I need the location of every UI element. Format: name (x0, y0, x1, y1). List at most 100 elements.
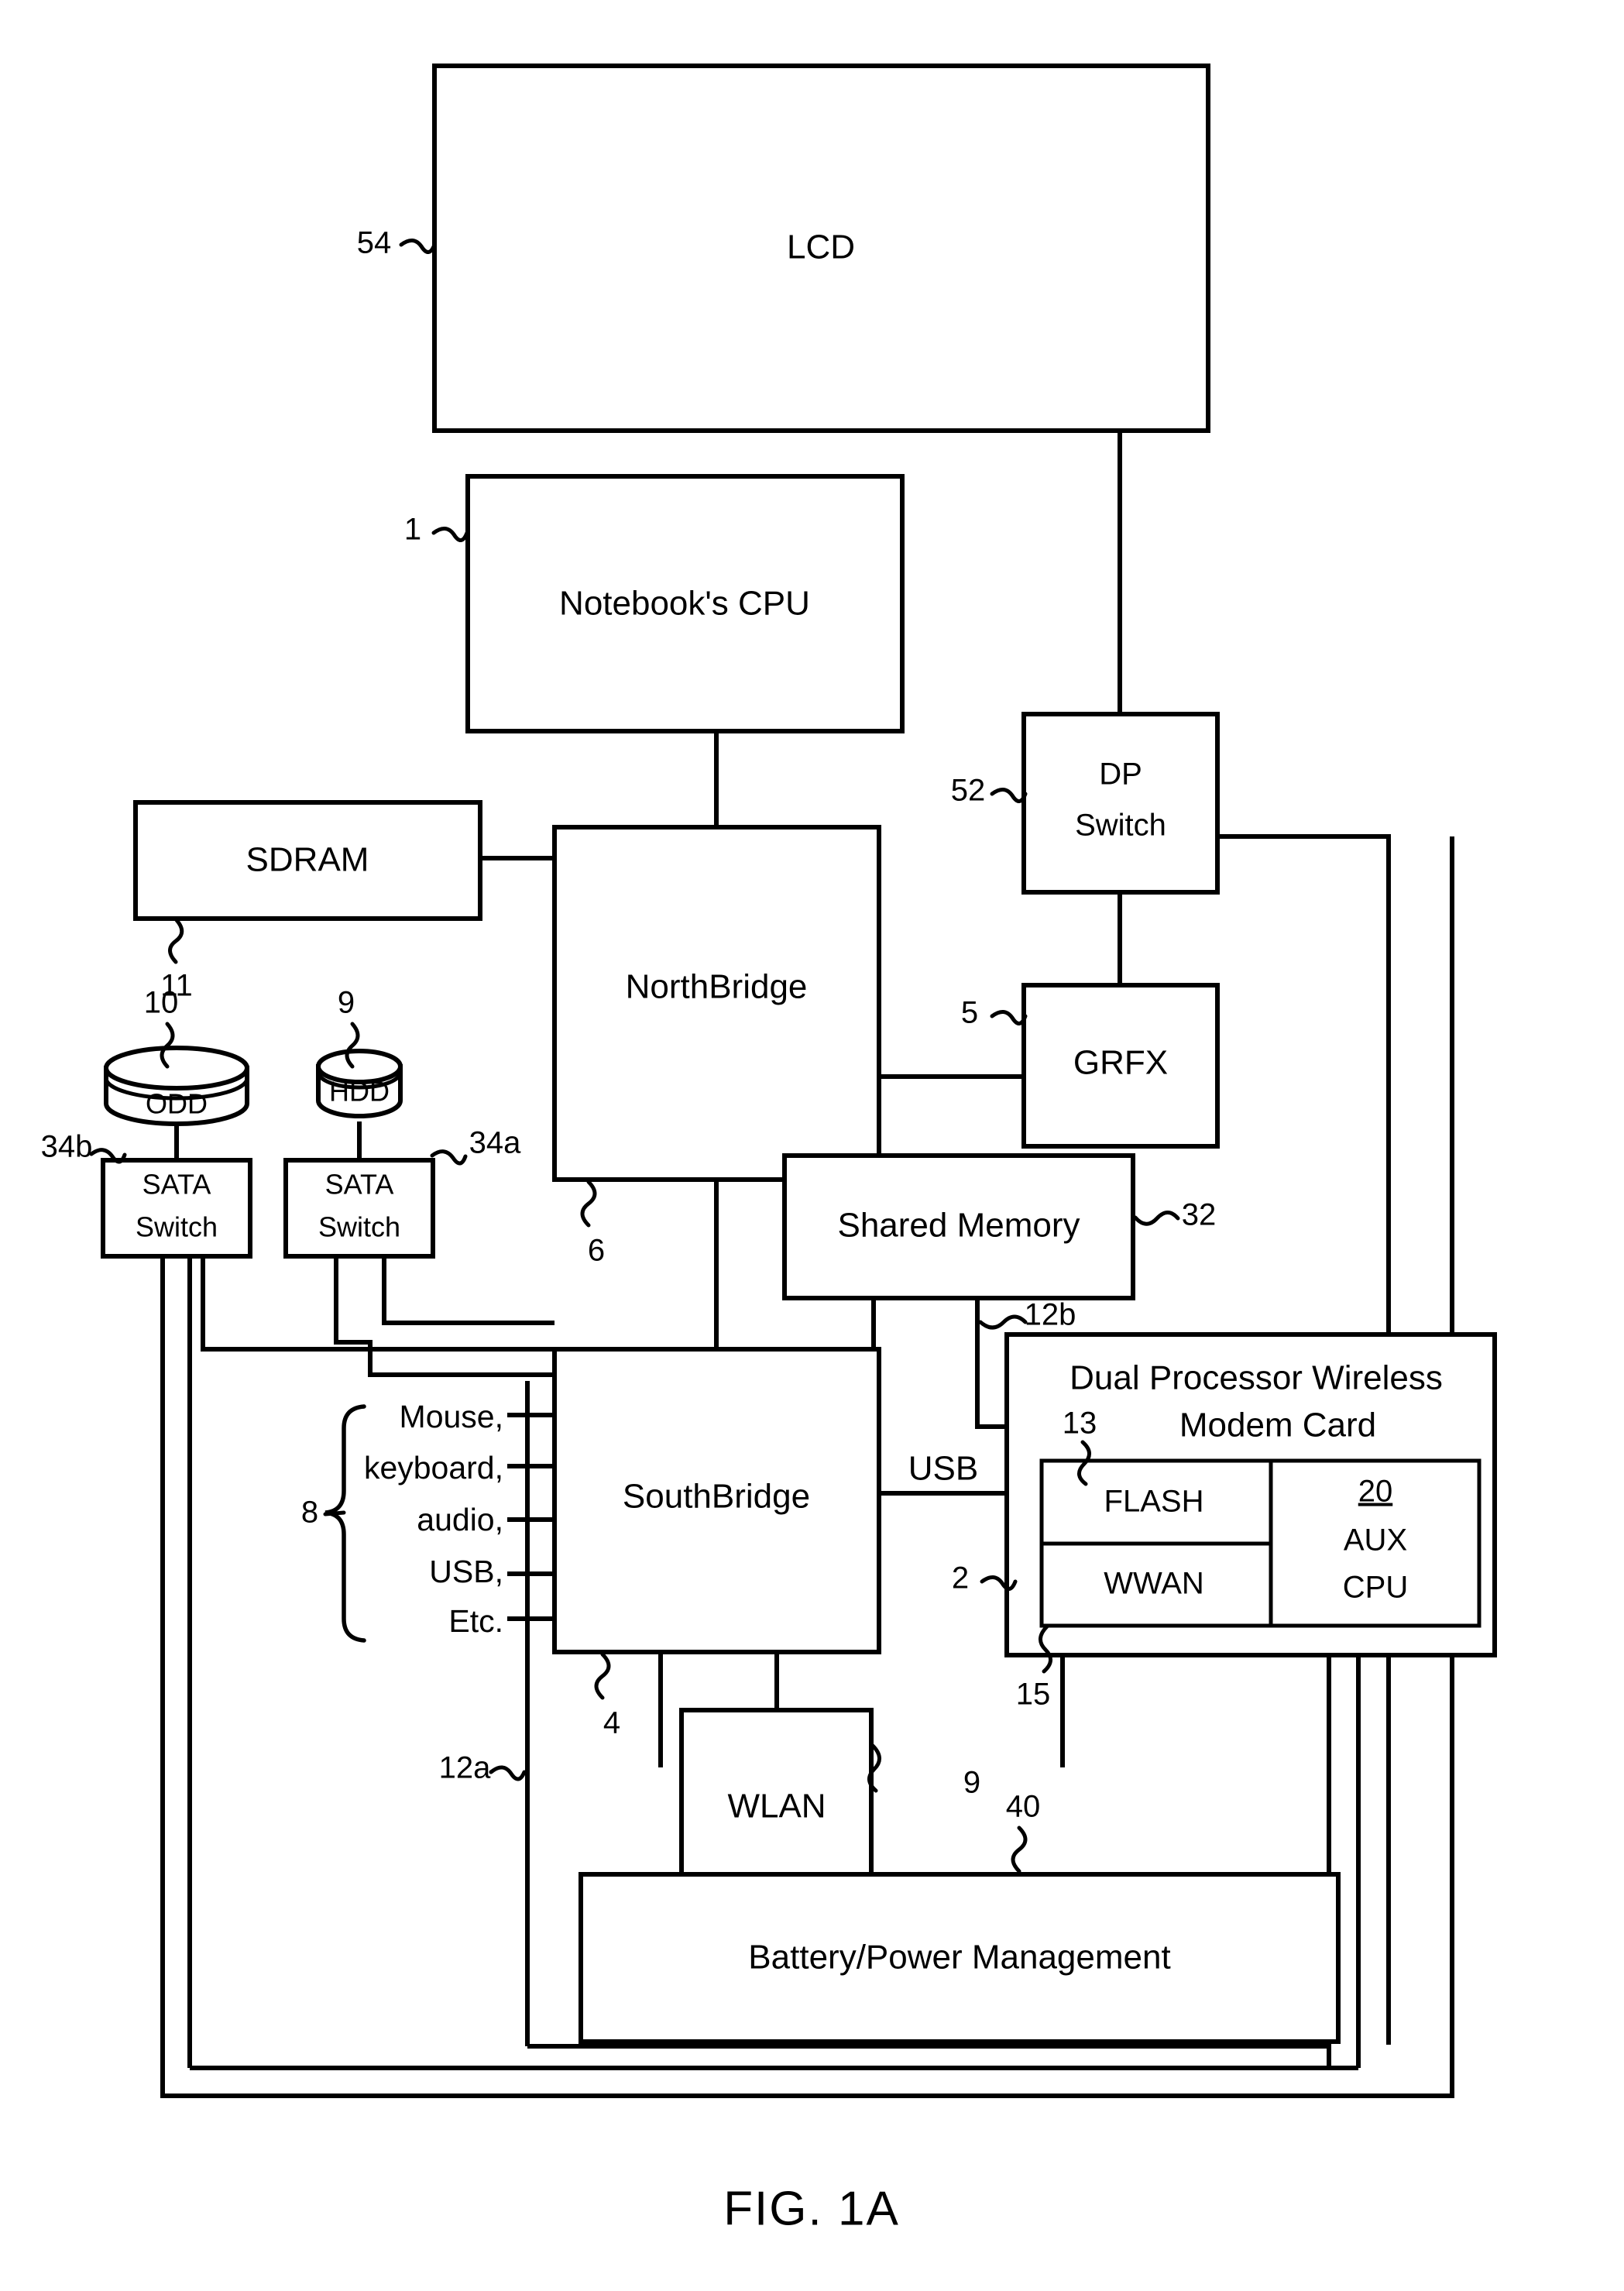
io-line-audio: audio, (417, 1502, 503, 1537)
modem-card-line1: Dual Processor Wireless (1070, 1359, 1443, 1397)
hdd-label: HDD (329, 1076, 390, 1108)
dp-switch-box[interactable] (1021, 712, 1220, 895)
sdram-label: SDRAM (246, 841, 369, 879)
block-sata-switch-left[interactable]: SATA Switch (101, 1158, 252, 1259)
bus-12a: 12a (439, 1751, 527, 1785)
ref-6-leader (580, 1180, 597, 1228)
aux-cpu-line1: AUX (1344, 1523, 1407, 1558)
aux-cpu-ref: 20 (1358, 1475, 1393, 1509)
modem-card-line2: Modem Card (1179, 1407, 1376, 1444)
io-group-brace (324, 1404, 366, 1643)
ref-9-wlan-text: 9 (963, 1766, 980, 1800)
sata-switch-right-line2: Switch (318, 1211, 400, 1243)
io-group-ref-tick (323, 1510, 346, 1516)
ref-32: 32 (1133, 1198, 1217, 1232)
ref-34b-text: 34b (41, 1130, 93, 1164)
usb-bus-label: USB (908, 1450, 978, 1488)
ref-11-leader (168, 918, 184, 964)
ref-9-wlan: 9 (867, 1743, 980, 1800)
block-sdram[interactable]: SDRAM (133, 800, 482, 921)
ref-1-leader (431, 527, 469, 542)
ref-1: 1 (404, 513, 469, 547)
wire-sata-right-to-southbridge-b (382, 1256, 554, 1325)
ref-13-text: 13 (1063, 1407, 1097, 1441)
ref-6-text: 6 (588, 1234, 605, 1268)
block-hdd[interactable]: HDD (316, 1049, 403, 1118)
block-sata-switch-right[interactable]: SATA Switch (283, 1158, 435, 1259)
ref-4-leader (594, 1652, 611, 1700)
block-dp-switch[interactable]: DP Switch (1021, 712, 1220, 895)
ref-54-leader (399, 239, 437, 254)
io-line-usb: USB, (429, 1554, 503, 1589)
wire-shared-memory-to-modem-12b (975, 1298, 1007, 1429)
io-line-etc: Etc. (448, 1603, 503, 1639)
ref-52: 52 (951, 774, 1028, 808)
ref-5-text: 5 (961, 996, 978, 1030)
io-line-keyboard: keyboard, (364, 1450, 503, 1486)
wwan-label: WWAN (1104, 1567, 1204, 1601)
io-line-mouse: Mouse, (400, 1399, 503, 1434)
wire-sata-right-to-southbridge-a (334, 1256, 554, 1377)
sata-switch-left-line1: SATA (142, 1169, 211, 1200)
dp-switch-label-line1: DP (1099, 757, 1142, 792)
ref-40: 40 (1006, 1790, 1041, 1874)
ref-40-text: 40 (1006, 1790, 1041, 1824)
figure-caption: FIG. 1A (723, 2182, 900, 2235)
block-modem-card[interactable]: Dual Processor Wireless Modem Card FLASH… (1004, 1332, 1497, 1657)
block-southbridge[interactable]: SouthBridge (552, 1347, 881, 1654)
ref-4-text: 4 (603, 1706, 620, 1740)
ref-9-hdd-text: 9 (338, 986, 355, 1020)
ref-34a-text: 34a (469, 1126, 521, 1160)
ref-1-text: 1 (404, 513, 421, 547)
ref-6: 6 (580, 1180, 605, 1268)
wlan-label: WLAN (727, 1788, 826, 1826)
ref-32-leader (1133, 1211, 1180, 1226)
notebook-cpu-label: Notebook's CPU (559, 585, 810, 623)
ref-5-leader (990, 1010, 1028, 1025)
block-grfx[interactable]: GRFX (1021, 983, 1220, 1149)
ref-10-text: 10 (144, 986, 179, 1020)
ref-34a: 34a (430, 1126, 521, 1166)
ref-2-text: 2 (952, 1561, 969, 1595)
ref-52-text: 52 (951, 774, 986, 808)
sata-switch-right-line1: SATA (325, 1169, 394, 1200)
odd-cylinder-top (104, 1046, 249, 1091)
northbridge-label: NorthBridge (626, 968, 808, 1006)
battery-label: Battery/Power Management (748, 1939, 1170, 1977)
sata-switch-left-line2: Switch (136, 1211, 218, 1243)
lcd-label: LCD (787, 228, 855, 266)
block-lcd[interactable]: LCD (432, 64, 1210, 433)
ref-54-text: 54 (357, 226, 392, 260)
io-group: 8 Mouse, keyboard, audio, USB, Etc. (301, 1399, 503, 1643)
ref-5: 5 (961, 996, 1028, 1030)
ref-15-text: 15 (1016, 1678, 1051, 1712)
patent-figure: LCD 54 Notebook's CPU 1 SDRAM 11 NorthBr… (0, 0, 1624, 2291)
ref-34a-leader (430, 1149, 468, 1166)
block-battery[interactable]: Battery/Power Management (579, 1872, 1341, 2044)
block-odd[interactable]: ODD (104, 1046, 249, 1126)
odd-label: ODD (146, 1088, 208, 1120)
dp-switch-label-line2: Switch (1075, 809, 1166, 843)
wire-sata-left-to-southbridge (201, 1256, 554, 1352)
bus-12a-text: 12a (439, 1751, 491, 1785)
bus-12b: 12b (978, 1298, 1076, 1332)
bus-12b-text: 12b (1025, 1298, 1076, 1332)
block-shared-memory[interactable]: Shared Memory (782, 1153, 1135, 1300)
block-diagram-svg: LCD 54 Notebook's CPU 1 SDRAM 11 NorthBr… (41, 64, 1497, 2235)
ref-52-leader (990, 788, 1028, 803)
ref-34b: 34b (41, 1130, 127, 1164)
block-northbridge[interactable]: NorthBridge (552, 825, 881, 1182)
southbridge-label: SouthBridge (623, 1478, 810, 1516)
aux-cpu-line2: CPU (1343, 1571, 1408, 1605)
bus-12b-leader (978, 1314, 1028, 1330)
bus-12a-leader (489, 1765, 527, 1781)
shared-memory-label: Shared Memory (837, 1207, 1080, 1245)
block-notebook-cpu[interactable]: Notebook's CPU (465, 474, 905, 733)
io-group-ref: 8 (301, 1496, 318, 1530)
ref-4: 4 (594, 1652, 620, 1740)
ref-32-text: 32 (1182, 1198, 1217, 1232)
ref-54: 54 (357, 226, 437, 260)
flash-label: FLASH (1104, 1485, 1204, 1519)
grfx-label: GRFX (1073, 1044, 1168, 1082)
ref-40-leader (1011, 1826, 1028, 1874)
